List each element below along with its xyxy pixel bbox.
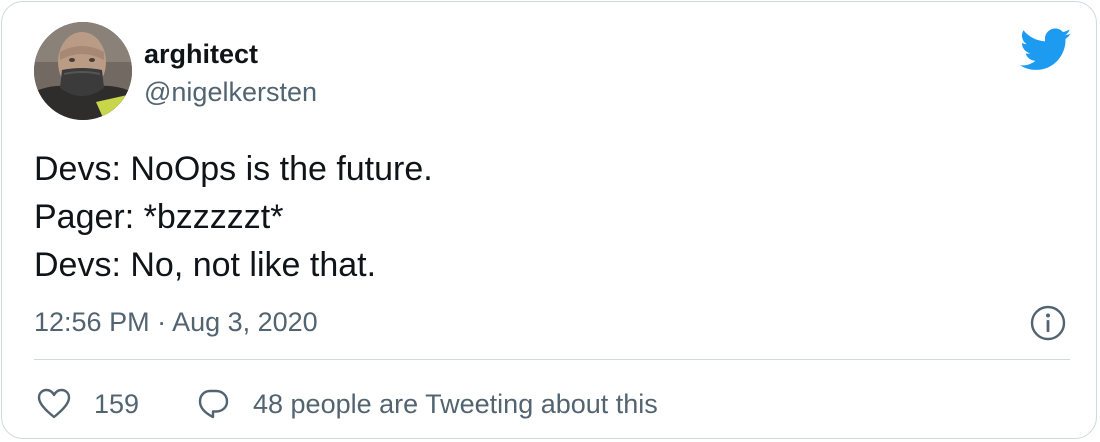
discussion-label: 48 people are Tweeting about this (253, 389, 658, 419)
avatar-photo (34, 22, 132, 120)
tweet-text: Devs: NoOps is the future. Pager: *bzzzz… (34, 145, 1034, 289)
twitter-bird-icon[interactable] (1020, 28, 1072, 72)
discussion-link[interactable]: 48 people are Tweeting about this (195, 382, 658, 426)
author-display-name[interactable]: arghitect (144, 38, 258, 70)
speech-bubble-icon (198, 389, 229, 419)
author-handle[interactable]: @nigelkersten (144, 76, 317, 108)
tweet-timestamp[interactable]: 12:56 PM · Aug 3, 2020 (34, 305, 318, 339)
tweet-card[interactable]: arghitect @nigelkersten Devs: NoOps is t… (1, 1, 1097, 439)
tweet-line: Devs: NoOps is the future. (34, 150, 433, 188)
heart-icon (37, 388, 71, 419)
info-icon[interactable] (1028, 303, 1068, 343)
like-count: 159 (94, 389, 140, 419)
tweet-line: Devs: No, not like that. (34, 246, 377, 284)
divider (34, 359, 1070, 360)
avatar[interactable] (34, 22, 132, 120)
tweet-line: Pager: *bzzzzzt* (34, 198, 284, 236)
like-button[interactable]: 159 (36, 382, 139, 426)
